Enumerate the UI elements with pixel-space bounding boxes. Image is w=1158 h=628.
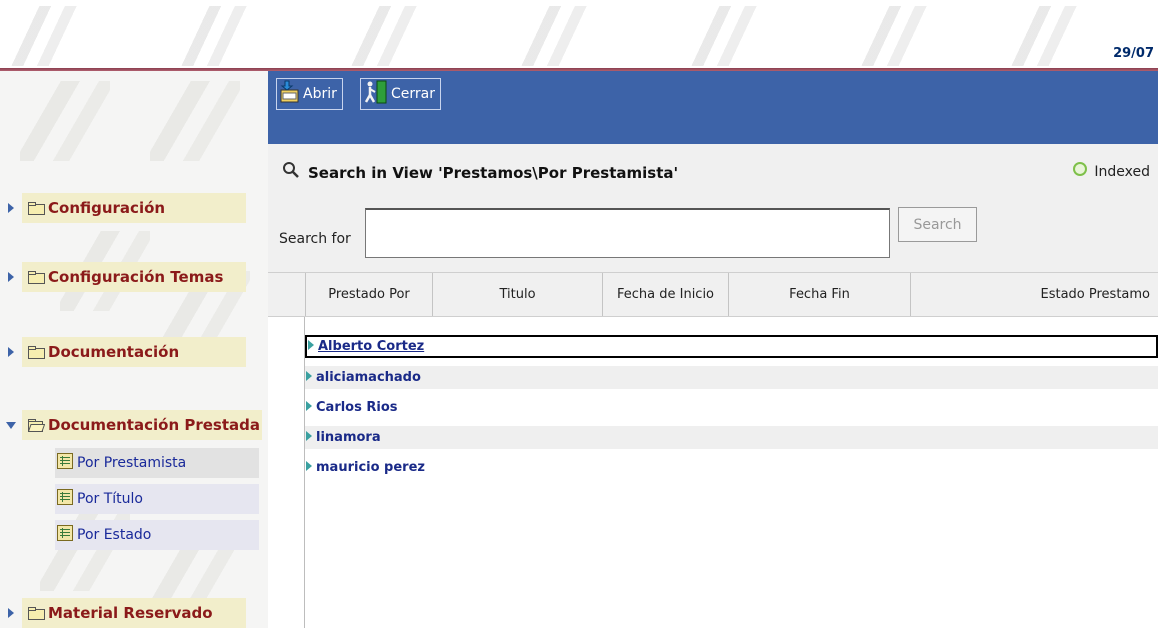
sidebar-item-material-reservado[interactable]: Material Reservado — [0, 596, 246, 628]
index-status: Indexed — [1072, 161, 1150, 182]
search-button[interactable]: Search — [898, 207, 977, 242]
row-label: Alberto Cortez — [318, 339, 425, 354]
sidebar-item-label: Configuración — [48, 199, 166, 217]
folder-icon — [28, 606, 45, 620]
sidebar-subitem-por-prestamista[interactable]: Por Prestamista — [55, 448, 259, 478]
expand-arrow-icon[interactable] — [305, 429, 313, 447]
expand-arrow-icon[interactable] — [0, 346, 22, 358]
status-indicator-icon — [1072, 161, 1088, 182]
column-header-fecha-fin[interactable]: Fecha Fin — [728, 273, 910, 316]
view-icon — [57, 524, 73, 546]
expand-arrow-icon[interactable] — [0, 271, 22, 283]
sidebar-item-box: Material Reservado — [22, 598, 246, 628]
expand-arrow-icon[interactable] — [0, 607, 22, 619]
search-panel: Search in View 'Prestamos\Por Prestamist… — [268, 144, 1158, 272]
row-label: Carlos Rios — [316, 400, 398, 415]
row-label: aliciamachado — [316, 370, 421, 385]
sidebar-item-label: Documentación — [48, 343, 180, 361]
background-watermark — [180, 6, 250, 66]
column-header-prestado-por[interactable]: Prestado Por — [305, 273, 432, 316]
open-folder-icon — [27, 418, 46, 432]
row-label: mauricio perez — [316, 460, 425, 475]
expand-arrow-icon[interactable] — [307, 338, 315, 356]
table-header: Prestado Por Titulo Fecha de Inicio Fech… — [268, 272, 1158, 317]
sidebar-subitem-label: Por Estado — [77, 527, 152, 543]
open-button-label: Abrir — [303, 86, 337, 102]
app-header: 29/07 — [0, 0, 1158, 68]
column-header-fecha-inicio[interactable]: Fecha de Inicio — [602, 273, 728, 316]
background-watermark — [150, 81, 240, 161]
sidebar-subitem-por-estado[interactable]: Por Estado — [55, 520, 259, 550]
view-icon — [57, 452, 73, 474]
collapse-arrow-icon[interactable] — [0, 421, 22, 430]
sidebar-item-box: Configuración Temas — [22, 262, 246, 292]
background-watermark — [20, 81, 110, 161]
search-title: Search in View 'Prestamos\Por Prestamist… — [282, 161, 678, 184]
sidebar-subitem-label: Por Título — [77, 491, 143, 507]
folder-icon — [28, 345, 45, 359]
index-status-label: Indexed — [1094, 163, 1150, 180]
column-header-estado-prestamo[interactable]: Estado Prestamo — [910, 273, 1158, 316]
sidebar-item-box: Documentación Prestada — [22, 410, 262, 440]
search-for-label: Search for — [279, 231, 351, 247]
view-icon — [57, 488, 73, 510]
open-document-icon — [280, 80, 300, 109]
expand-arrow-icon[interactable] — [305, 369, 313, 387]
background-watermark — [690, 6, 760, 66]
sidebar-item-box: Documentación — [22, 337, 246, 367]
table-row[interactable]: aliciamachado — [305, 366, 1158, 389]
sidebar-subitem-por-titulo[interactable]: Por Título — [55, 484, 259, 514]
sidebar-item-configuracion[interactable]: Configuración — [0, 191, 246, 225]
search-input[interactable] — [365, 208, 890, 258]
sidebar: Configuración Configuración Temas Docume… — [0, 71, 268, 628]
exit-door-icon — [364, 79, 388, 110]
open-button[interactable]: Abrir — [276, 78, 343, 110]
table-row[interactable]: Alberto Cortez — [305, 335, 1158, 358]
table-body: Alberto Cortez aliciamachado Carlos Rios… — [268, 317, 1158, 628]
background-watermark — [860, 6, 930, 66]
sidebar-item-documentacion-prestada[interactable]: Documentación Prestada — [0, 408, 262, 442]
header-date: 29/07 — [1113, 46, 1154, 61]
sidebar-subitem-label: Por Prestamista — [77, 455, 187, 471]
search-icon — [282, 161, 300, 184]
action-toolbar: Abrir Cerrar — [268, 71, 1158, 144]
folder-icon — [28, 201, 45, 215]
close-button-label: Cerrar — [391, 86, 435, 102]
background-watermark — [350, 6, 420, 66]
sidebar-item-box: Configuración — [22, 193, 246, 223]
sidebar-item-documentacion[interactable]: Documentación — [0, 335, 246, 369]
sidebar-item-label: Configuración Temas — [48, 268, 224, 286]
column-header-titulo[interactable]: Titulo — [432, 273, 602, 316]
row-label: linamora — [316, 430, 381, 445]
expand-arrow-icon[interactable] — [305, 399, 313, 417]
folder-icon — [28, 270, 45, 284]
main-panel: Abrir Cerrar Search in View 'Prestamos\P… — [268, 71, 1158, 628]
table-row[interactable]: mauricio perez — [305, 456, 1158, 479]
table-row[interactable]: Carlos Rios — [305, 396, 1158, 419]
background-watermark — [10, 6, 80, 66]
sidebar-item-configuracion-temas[interactable]: Configuración Temas — [0, 260, 246, 294]
search-title-text: Search in View 'Prestamos\Por Prestamist… — [308, 163, 679, 182]
expand-arrow-icon[interactable] — [305, 459, 313, 477]
row-selector-header — [268, 273, 305, 316]
background-watermark — [1010, 6, 1080, 66]
expand-arrow-icon[interactable] — [0, 202, 22, 214]
background-watermark — [520, 6, 590, 66]
close-button[interactable]: Cerrar — [360, 78, 441, 110]
sidebar-item-label: Documentación Prestada — [48, 416, 260, 434]
sidebar-item-label: Material Reservado — [48, 604, 213, 622]
table-row[interactable]: linamora — [305, 426, 1158, 449]
